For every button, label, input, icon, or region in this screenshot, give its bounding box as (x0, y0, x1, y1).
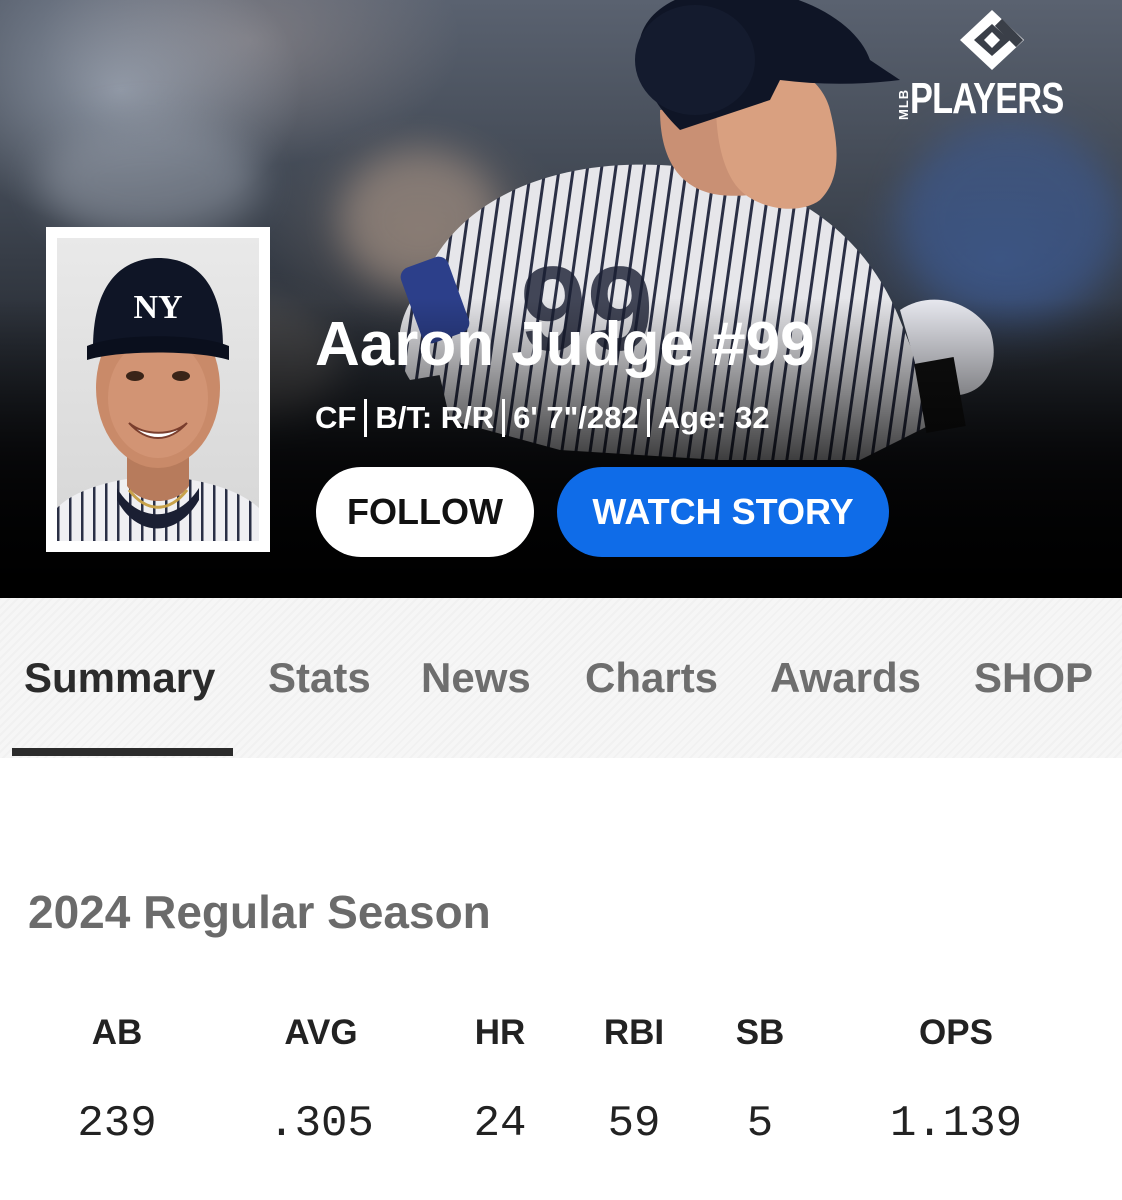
player-age: Age: 32 (657, 400, 770, 435)
stat-value-ab: 239 (77, 1099, 157, 1149)
stat-label-avg: AVG (284, 1013, 358, 1052)
tab-stats[interactable]: Stats (268, 650, 371, 706)
mlb-small-wordmark: MLB (896, 88, 911, 120)
divider (502, 399, 506, 437)
player-tabs: Summary Stats News Charts Awards SHOP (0, 598, 1122, 758)
stat-label-sb: SB (735, 1013, 785, 1052)
tab-awards[interactable]: Awards (770, 650, 921, 706)
tab-charts[interactable]: Charts (585, 650, 718, 706)
stat-label-ab: AB (91, 1013, 143, 1052)
active-tab-indicator (12, 748, 233, 756)
player-portrait-image: NY (57, 258, 259, 541)
divider (364, 399, 368, 437)
player-headshot-frame: NY (46, 227, 270, 552)
season-title: 2024 Regular Season (28, 886, 491, 938)
watch-story-button[interactable]: WATCH STORY (557, 467, 889, 557)
stat-label-hr: HR (474, 1013, 526, 1052)
player-name: Aaron Judge #99 (315, 310, 815, 379)
stat-value-avg: .305 (268, 1099, 374, 1149)
stat-label-ops: OPS (919, 1013, 993, 1052)
stat-value-ops: 1.139 (889, 1099, 1023, 1149)
player-position: CF (315, 400, 357, 435)
follow-button[interactable]: FOLLOW (316, 467, 534, 557)
divider (646, 399, 650, 437)
tab-summary[interactable]: Summary (24, 650, 215, 706)
player-headshot: NY (57, 238, 259, 541)
cap-logo: NY (133, 289, 182, 326)
crowd-background (40, 120, 260, 240)
tab-news[interactable]: News (421, 650, 531, 706)
tab-shop[interactable]: SHOP (974, 650, 1093, 706)
players-wordmark: PLAYERS (910, 74, 1064, 123)
mlbpa-logo-icon (960, 10, 1024, 70)
player-height-weight: 6' 7"/282 (513, 400, 639, 435)
stat-label-rbi: RBI (603, 1013, 665, 1052)
player-bio-line: CF B/T: R/R 6' 7"/282 Age: 32 (315, 396, 770, 440)
stat-value-sb: 5 (746, 1099, 774, 1149)
player-hero-banner: 99 MLB PLAYERS (0, 0, 1122, 598)
player-bats-throws: B/T: R/R (375, 400, 495, 435)
mlb-players-logo: MLB PLAYERS (890, 4, 1100, 124)
